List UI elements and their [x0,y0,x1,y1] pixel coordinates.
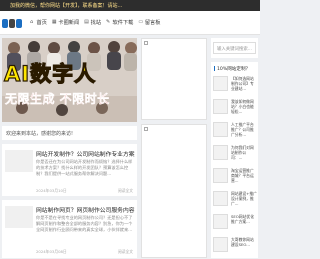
post-card[interactable]: 网站制作网页？网页制作公司服务内容 你是不是在寻找专业的网页制作公司？还是担心不… [2,200,137,258]
logo-mark [2,18,8,28]
list-item-thumbnail[interactable] [213,145,228,160]
nav-item-news[interactable]: ▦ 卡圈新闻 [51,19,80,27]
list-item-thumbnail[interactable] [213,99,228,114]
list-item[interactable]: 淘宝运营推广商城？平台运营... [213,168,257,190]
sidebar-ad-image[interactable] [141,124,207,258]
search-input[interactable]: 输入关键词搜索... [213,42,256,54]
recommended-list: 10%网站定制？ 【如何选网站制作公司】专业建站... 我该如何做网站？小白也能… [211,62,258,258]
welcome-text: 欢迎来到本站，感谢您的来访! [6,131,74,137]
list-item[interactable]: 人工推广平台推广？公司推广分析... [213,122,257,144]
list-item-title[interactable]: 【如何选网站制作公司】专业建站... [231,76,257,96]
post-title[interactable]: 网站制作网页？网页制作公司服务内容 [36,205,135,214]
site-logo[interactable] [2,17,24,29]
nav-item-label: 留言板 [144,20,161,26]
post-title[interactable]: 网站开发制作？公司网站制作专业方案 [36,149,135,158]
home-icon: ⌂ [30,19,34,25]
list-item-title[interactable]: SEO网站优化推广方案... [231,214,257,234]
post-date: 2024年03月08日 [36,249,67,254]
list-item-title[interactable]: 淘宝运营推广商城？平台运营... [231,168,257,188]
list-item[interactable]: 为何我们对网站制作公司：... [213,145,257,167]
banner-headline: AI数字人 [3,61,97,86]
nav-item-label: 软件下载 [112,20,134,26]
post-card[interactable]: 网站开发制作？公司网站制作专业方案 你是否还在为公司网站开发制作而烦恼？选择什么… [2,144,137,196]
list-item-thumbnail[interactable] [213,191,228,206]
logo-mark [9,18,15,28]
list-item-thumbnail[interactable] [213,214,228,229]
list-item-thumbnail[interactable] [213,76,228,91]
chat-icon: ▭ [138,19,144,25]
sidebar-ad-image[interactable] [141,38,207,120]
top-announcement-bar: 加我的微信，帮你网站【开发】，联系备案！请站... [0,0,260,11]
list-item-title[interactable]: 为何我们对网站制作公司：... [231,145,257,165]
logo-mark [16,18,22,28]
nav-item-label: 首页 [36,20,47,26]
post-date: 2024年03月10日 [36,188,67,193]
nav-item-label: 卡圈新闻 [58,20,80,26]
list-item-title[interactable]: 网站建设+推广设计案例，推广... [231,191,257,211]
announcement-text: 加我的微信，帮你网站【开发】，联系备案！请站... [10,3,123,9]
main-nav: ⌂ 首页 ▦ 卡圈新闻 ▤ 找站 ✎ 软件下载 ▭ 留言板 [30,19,165,27]
nav-item-downloads[interactable]: ✎ 软件下载 [106,19,134,27]
broken-image-icon [144,127,148,131]
nav-item-home[interactable]: ⌂ 首页 [30,19,47,27]
post-excerpt: 你是否还在为公司网站开发制作而烦恼？选择什么样的技术方案？找什么样的开发团队？预… [36,159,133,176]
banner-subline: 无限生成 不限时长 [5,92,110,106]
list-item[interactable]: 我该如何做网站？小白也能轻松... [213,99,257,121]
nav-item-label: 找站 [90,20,102,26]
post-excerpt: 你是不是在寻找专业的网页制作公司？还是担心不了解网页制作和整合全部的服务内容？别… [36,215,133,232]
nav-item-sites[interactable]: ▤ 找站 [84,19,102,27]
list-item-thumbnail[interactable] [213,237,228,252]
list-item-title[interactable]: 大哥教你网站建设SEO... [231,237,257,257]
book-icon: ▤ [84,19,89,25]
hero-banner[interactable]: AI数字人 无限生成 不限时长 [2,38,137,122]
post-thumbnail[interactable] [5,206,33,228]
list-title: 10%网站定制？ [214,66,250,72]
list-item-thumbnail[interactable] [213,168,228,183]
list-item-title[interactable]: 人工推广平台推广？公司推广分析... [231,122,257,142]
list-item[interactable]: 网站建设+推广设计案例，推广... [213,191,257,213]
list-item[interactable]: SEO网站优化推广方案... [213,214,257,236]
site-header: ⌂ 首页 ▦ 卡圈新闻 ▤ 找站 ✎ 软件下载 ▭ 留言板 [0,11,260,35]
read-more-link[interactable]: 阅读全文 [118,249,133,255]
broken-image-icon [144,41,148,45]
grid-icon: ▦ [51,19,57,25]
list-item-thumbnail[interactable] [213,122,228,137]
post-thumbnail[interactable] [5,150,33,172]
main-content: AI数字人 无限生成 不限时长 欢迎来到本站，感谢您的来访! 网站开发制作？公司… [2,38,137,258]
nav-item-guestbook[interactable]: ▭ 留言板 [138,19,161,27]
list-item[interactable]: 大哥教你网站建设SEO... [213,237,257,259]
list-item-title[interactable]: 我该如何做网站？小白也能轻松... [231,99,257,119]
welcome-bar: 欢迎来到本站，感谢您的来访! [2,126,137,140]
list-item[interactable]: 【如何选网站制作公司】专业建站... [213,76,257,98]
read-more-link[interactable]: 阅读全文 [118,188,133,194]
wrench-icon: ✎ [106,19,111,25]
sidebar: 输入关键词搜索... 10%网站定制？ 【如何选网站制作公司】专业建站... 我… [141,38,258,258]
